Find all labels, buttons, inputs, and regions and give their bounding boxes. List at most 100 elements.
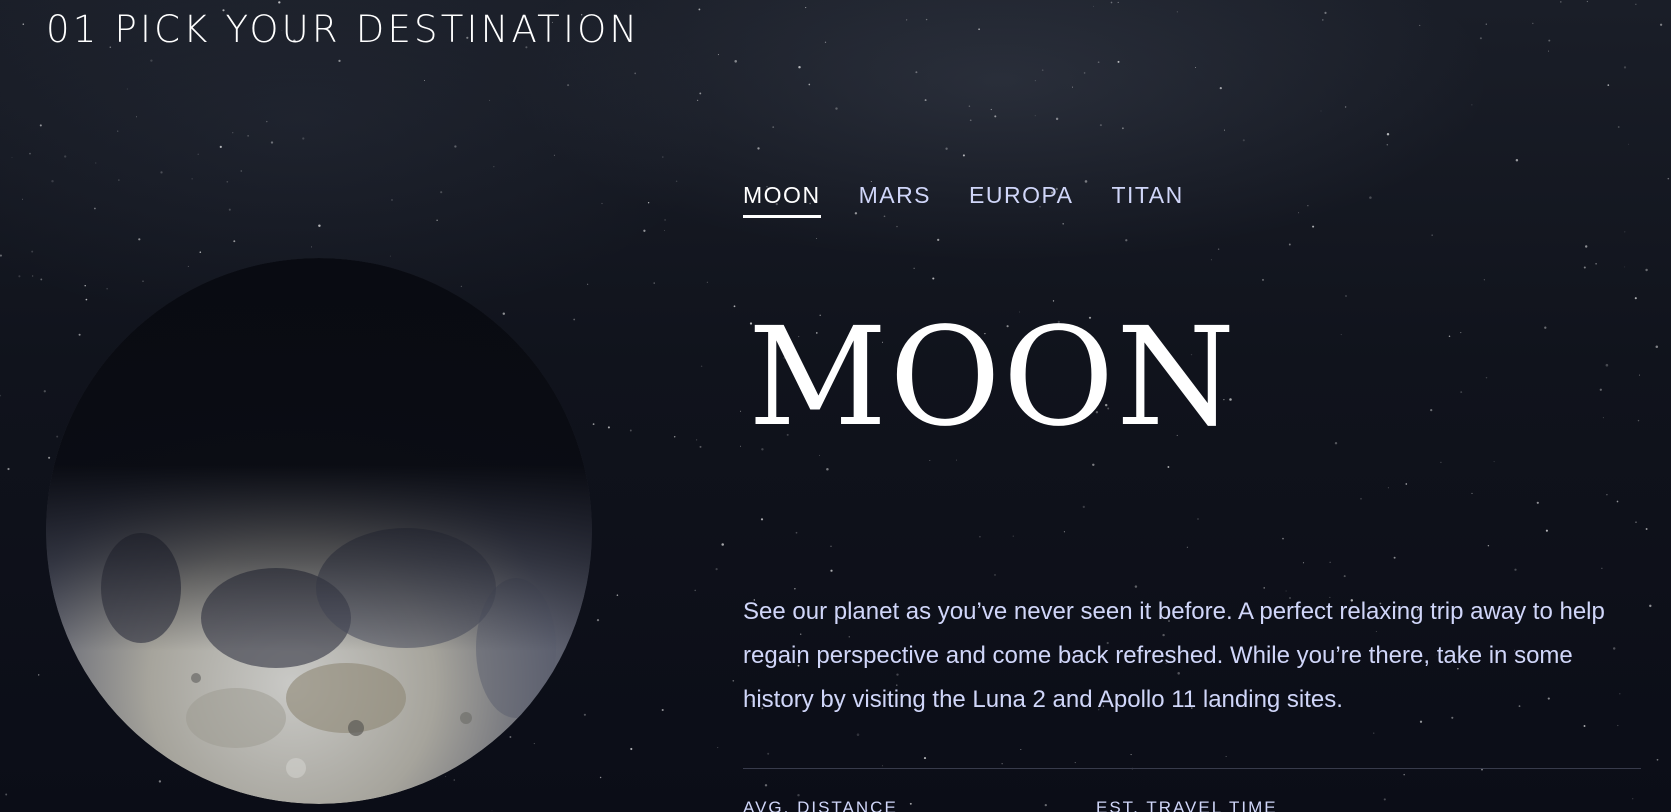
star bbox=[440, 191, 443, 194]
star bbox=[1514, 568, 1517, 571]
star bbox=[1601, 567, 1603, 569]
star bbox=[664, 230, 665, 231]
star bbox=[39, 124, 42, 127]
star bbox=[1605, 363, 1609, 367]
star bbox=[1602, 417, 1604, 419]
star bbox=[1219, 87, 1222, 90]
star bbox=[1386, 133, 1390, 136]
tab-mars[interactable]: MARS bbox=[859, 182, 931, 218]
star bbox=[909, 802, 912, 805]
star bbox=[310, 246, 312, 248]
star bbox=[94, 207, 96, 210]
star bbox=[270, 141, 274, 144]
star bbox=[699, 445, 702, 448]
tab-europa[interactable]: EUROPA bbox=[969, 182, 1073, 218]
star bbox=[824, 41, 827, 43]
star bbox=[1321, 19, 1324, 21]
star bbox=[695, 439, 698, 441]
star bbox=[979, 535, 981, 538]
star bbox=[835, 107, 838, 110]
star bbox=[278, 1, 281, 4]
star bbox=[661, 708, 664, 712]
moon-image bbox=[46, 258, 592, 804]
star bbox=[1130, 754, 1132, 756]
star bbox=[1041, 69, 1044, 71]
page-title: 01 PICK YOUR DESTINATION bbox=[46, 8, 640, 51]
star bbox=[1386, 144, 1389, 146]
star bbox=[160, 171, 163, 174]
star bbox=[22, 23, 25, 25]
star bbox=[1307, 205, 1309, 207]
star bbox=[233, 240, 236, 243]
star bbox=[567, 84, 570, 87]
star bbox=[1419, 24, 1421, 26]
star bbox=[599, 776, 602, 779]
star bbox=[1082, 505, 1085, 509]
star bbox=[1545, 529, 1548, 532]
star bbox=[1263, 587, 1265, 589]
star bbox=[1034, 115, 1036, 117]
star bbox=[662, 156, 664, 158]
star bbox=[968, 105, 971, 108]
star bbox=[629, 429, 632, 432]
star bbox=[733, 305, 736, 308]
star bbox=[1532, 22, 1534, 25]
star bbox=[1320, 110, 1322, 112]
star bbox=[1092, 463, 1095, 467]
star bbox=[1387, 487, 1389, 489]
tab-titan[interactable]: TITAN bbox=[1111, 182, 1183, 218]
star bbox=[1544, 326, 1547, 329]
star bbox=[1012, 535, 1014, 537]
star bbox=[795, 531, 798, 534]
star bbox=[929, 459, 931, 462]
star bbox=[1479, 37, 1482, 40]
star bbox=[772, 126, 775, 128]
star bbox=[1122, 127, 1124, 130]
star bbox=[1373, 732, 1375, 734]
star bbox=[990, 108, 992, 111]
star bbox=[699, 92, 702, 95]
star bbox=[40, 278, 43, 281]
star bbox=[816, 237, 818, 239]
star bbox=[1217, 248, 1220, 250]
star bbox=[38, 674, 40, 676]
star bbox=[955, 459, 957, 461]
star bbox=[226, 180, 229, 183]
star bbox=[64, 155, 67, 158]
star bbox=[1485, 23, 1487, 25]
tab-moon[interactable]: MOON bbox=[743, 182, 821, 218]
star bbox=[1083, 72, 1086, 74]
star bbox=[1062, 223, 1064, 225]
star bbox=[906, 19, 908, 21]
star bbox=[673, 436, 676, 438]
star bbox=[937, 238, 940, 242]
star bbox=[1099, 124, 1102, 127]
star bbox=[932, 277, 935, 280]
avg-distance-label: AVG. DISTANCE bbox=[743, 798, 898, 812]
star bbox=[767, 752, 770, 755]
destination-name: MOON bbox=[748, 299, 1238, 457]
stats-divider bbox=[743, 768, 1641, 769]
star bbox=[1176, 11, 1178, 13]
star bbox=[135, 116, 138, 118]
star bbox=[739, 445, 741, 447]
star bbox=[247, 135, 249, 137]
star bbox=[924, 99, 927, 102]
star bbox=[696, 99, 699, 102]
step-number: 01 bbox=[46, 8, 100, 51]
star bbox=[1288, 243, 1291, 246]
star bbox=[493, 166, 495, 168]
star bbox=[1055, 117, 1059, 121]
star bbox=[1623, 66, 1627, 69]
star bbox=[1044, 803, 1047, 807]
star bbox=[302, 137, 305, 140]
star bbox=[1001, 763, 1003, 765]
star bbox=[1324, 11, 1327, 14]
star bbox=[1585, 245, 1588, 248]
star bbox=[694, 589, 696, 592]
star bbox=[1515, 158, 1519, 162]
star bbox=[18, 275, 21, 278]
travel-time-label: EST. TRAVEL TIME bbox=[1096, 798, 1278, 812]
star bbox=[1197, 518, 1199, 520]
star bbox=[29, 152, 31, 155]
